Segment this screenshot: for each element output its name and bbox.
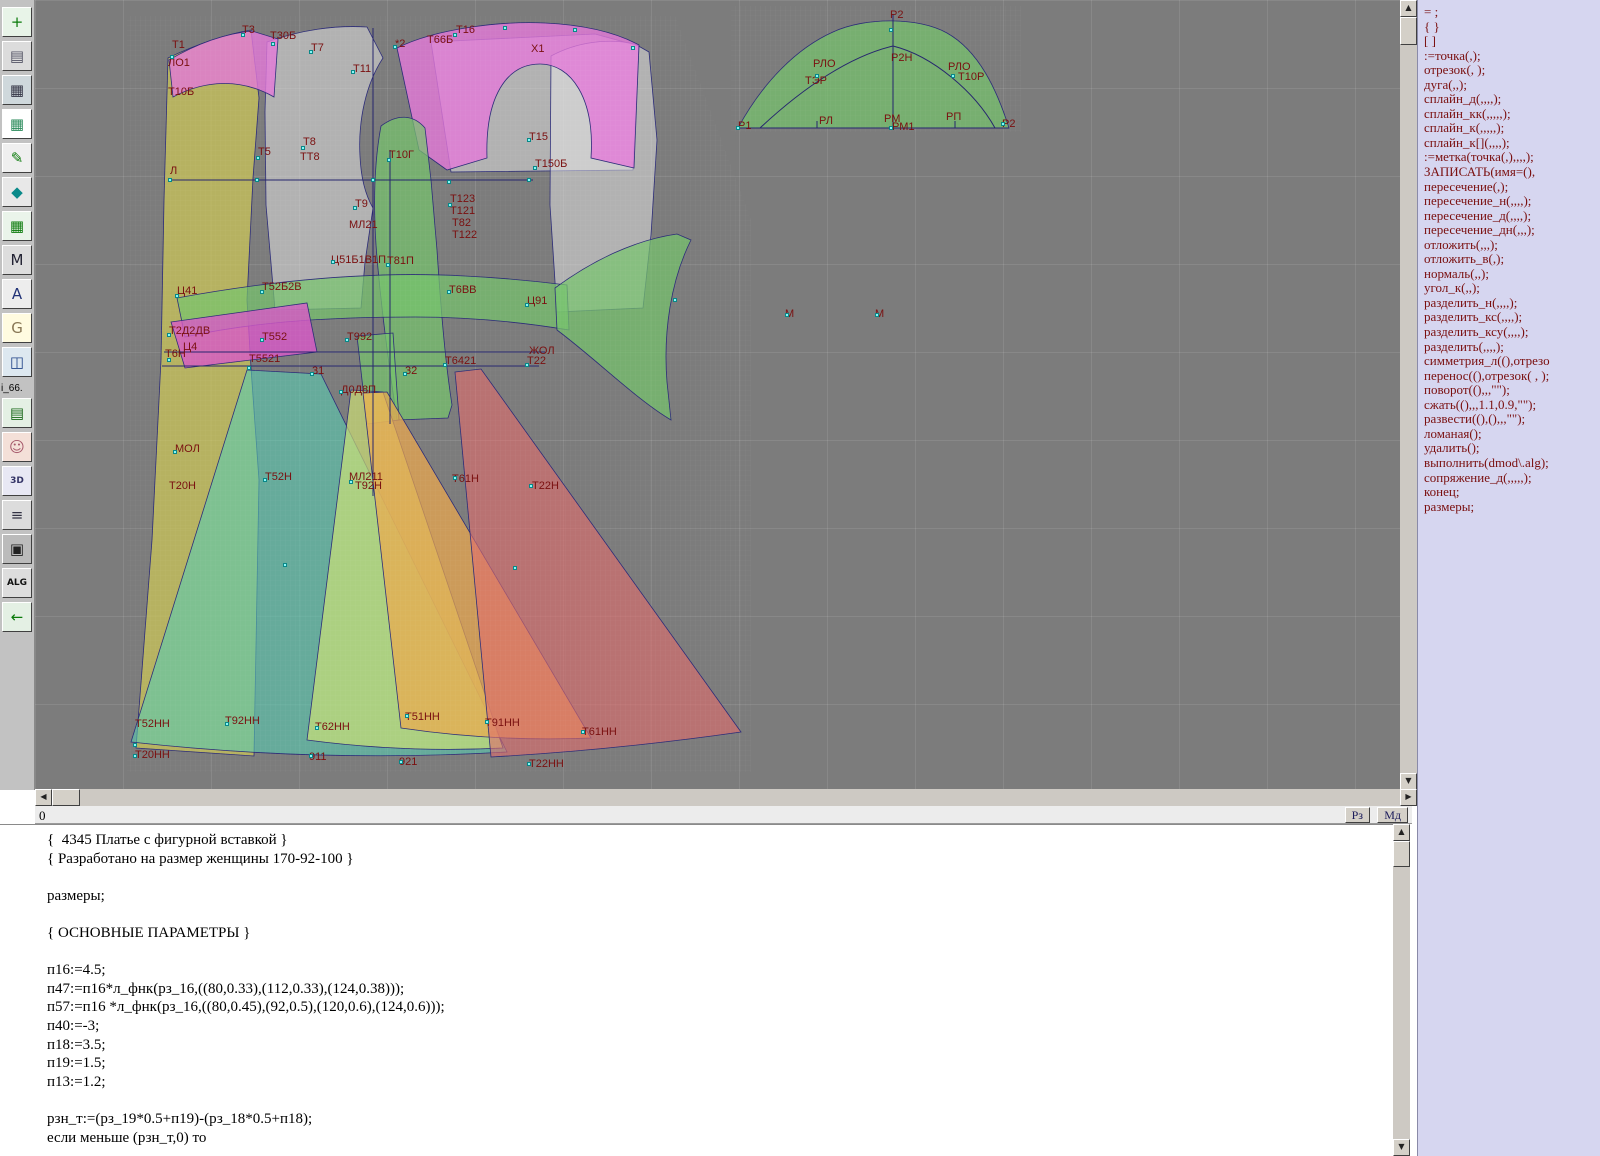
pattern-drawing xyxy=(35,0,1400,790)
scroll-left-button[interactable]: ◀ xyxy=(35,789,52,806)
save-icon[interactable]: ▤ xyxy=(2,41,32,71)
command-item[interactable]: перенос((),отрезок( , ); xyxy=(1424,369,1600,384)
command-item[interactable]: = ; xyxy=(1424,5,1600,20)
command-item[interactable]: нормаль(,,); xyxy=(1424,267,1600,282)
code-line: размеры; xyxy=(47,887,445,906)
command-item[interactable]: [ ] xyxy=(1424,34,1600,49)
command-item[interactable]: удалить(); xyxy=(1424,441,1600,456)
compass-a-icon[interactable]: A xyxy=(2,279,32,309)
code-line: п18:=3.5; xyxy=(47,1036,445,1055)
command-item[interactable]: сжать((),,,1.1,0.9,""); xyxy=(1424,398,1600,413)
command-item[interactable]: дуга(,,); xyxy=(1424,78,1600,93)
md-button[interactable]: Мд xyxy=(1377,807,1408,823)
calculator-icon[interactable]: ▦ xyxy=(2,211,32,241)
scroll-up-button[interactable]: ▲ xyxy=(1400,0,1417,17)
3d-icon[interactable]: 3D xyxy=(2,466,32,496)
origin-label: 0 xyxy=(39,808,46,824)
scroll-right-button[interactable]: ▶ xyxy=(1400,789,1417,806)
command-item[interactable]: отрезок(, ); xyxy=(1424,63,1600,78)
code-line: если меньше (рзн_т,0) то xyxy=(47,1129,445,1148)
canvas-horizontal-scrollbar[interactable]: ◀ ▶ xyxy=(35,789,1417,806)
command-item[interactable]: выполнить(dmod\.alg); xyxy=(1424,456,1600,471)
code-line: { ОСНОВНЫЕ ПАРАМЕТРЫ } xyxy=(47,924,445,943)
command-item[interactable]: { } xyxy=(1424,20,1600,35)
command-item[interactable]: сплайн_д(,,,,); xyxy=(1424,92,1600,107)
code-line: п19:=1.5; xyxy=(47,1054,445,1073)
cad-application-window: { "toolbar": { "items": [ {"name":"zoom-… xyxy=(0,0,1600,1156)
eraser-icon[interactable]: ◆ xyxy=(2,177,32,207)
pencil-icon[interactable]: ✎ xyxy=(2,143,32,173)
layers-icon[interactable]: ≡ xyxy=(2,500,32,530)
i66-label: i_66. xyxy=(1,383,35,394)
command-item[interactable]: отложить_в(,); xyxy=(1424,252,1600,267)
canvas-vertical-scrollbar[interactable]: ▲ ▼ xyxy=(1400,0,1417,790)
m-letter-icon[interactable]: M xyxy=(2,245,32,275)
code-vertical-scrollbar[interactable]: ▲ ▼ xyxy=(1393,824,1410,1156)
code-scroll-up-button[interactable]: ▲ xyxy=(1393,824,1410,841)
code-line: п13:=1.2; xyxy=(47,1073,445,1092)
g-letter-icon[interactable]: G xyxy=(2,313,32,343)
command-item[interactable]: пересечение_дн(,,,); xyxy=(1424,223,1600,238)
drawing-canvas[interactable]: Т1ЛО1Т3Т30БТ7Т11Т10Б*2Т16Т66БХ1Т15Т150БТ… xyxy=(35,0,1400,790)
command-item[interactable]: отложить(,,,); xyxy=(1424,238,1600,253)
code-line: рзн_т:=(рз_19*0.5+п19)-(рз_18*0.5+п18); xyxy=(47,1110,445,1129)
portrait-icon[interactable]: ☺ xyxy=(2,432,32,462)
code-scroll-thumb[interactable] xyxy=(1393,841,1410,867)
command-item[interactable]: сплайн_кк(,,,,,); xyxy=(1424,107,1600,122)
code-line: п47:=п16*л_фнк(рз_16,((80,0.33),(112,0.3… xyxy=(47,980,445,999)
command-item[interactable]: сплайн_к[](,,,,); xyxy=(1424,136,1600,151)
code-line xyxy=(47,905,445,924)
code-scroll-down-button[interactable]: ▼ xyxy=(1393,1139,1410,1156)
code-line: п16:=4.5; xyxy=(47,961,445,980)
command-item[interactable]: размеры; xyxy=(1424,500,1600,515)
command-item[interactable]: конец; xyxy=(1424,485,1600,500)
command-item[interactable]: пересечение(,); xyxy=(1424,180,1600,195)
command-item[interactable]: разделить_н(,,,,); xyxy=(1424,296,1600,311)
fabric-mesh-texture xyxy=(35,0,1400,790)
alg-icon[interactable]: ALG xyxy=(2,568,32,598)
command-item[interactable]: поворот((),,,""); xyxy=(1424,383,1600,398)
code-line xyxy=(47,868,445,887)
sheet-icon[interactable]: ▤ xyxy=(2,398,32,428)
status-row: 0 Рз Мд xyxy=(35,806,1412,824)
back-arrow-icon[interactable]: ← xyxy=(2,602,32,632)
horizontal-scroll-thumb[interactable] xyxy=(52,789,80,806)
command-item[interactable]: разделить(,,,,); xyxy=(1424,340,1600,355)
command-item[interactable]: развести((),(),,,""); xyxy=(1424,412,1600,427)
code-lines: { 4345 Платье с фигурной вставкой }{ Раз… xyxy=(47,831,445,1147)
command-item[interactable]: ломаная(); xyxy=(1424,427,1600,442)
command-item[interactable]: пересечение_н(,,,,); xyxy=(1424,194,1600,209)
code-line: { 4345 Платье с фигурной вставкой } xyxy=(47,831,445,850)
code-line: { Разработано на размер женщины 170-92-1… xyxy=(47,850,445,869)
code-line xyxy=(47,1091,445,1110)
command-item[interactable]: симметрия_л((),отрезо xyxy=(1424,354,1600,369)
grid-icon[interactable]: ▦ xyxy=(2,109,32,139)
command-item[interactable]: разделить_кс(,,,,); xyxy=(1424,310,1600,325)
keyboard-icon[interactable]: ▦ xyxy=(2,75,32,105)
rz-button[interactable]: Рз xyxy=(1345,807,1370,823)
command-item[interactable]: сопряжение_д(,,,,,); xyxy=(1424,471,1600,486)
print-icon[interactable]: ▣ xyxy=(2,534,32,564)
command-item[interactable]: :=метка(точка(,),,,,); xyxy=(1424,150,1600,165)
command-item[interactable]: разделить_ксу(,,,,); xyxy=(1424,325,1600,340)
zoom-plus-icon[interactable]: + xyxy=(2,7,32,37)
command-item[interactable]: угол_к(,,); xyxy=(1424,281,1600,296)
command-item[interactable]: :=точка(,); xyxy=(1424,49,1600,64)
drafting-icon[interactable]: ◫ xyxy=(2,347,32,377)
scroll-down-button[interactable]: ▼ xyxy=(1400,773,1417,790)
tool-palette: + ▤ ▦ ▦ ✎ ◆ ▦ MAG ◫ i_66. ▤ ☺ 3D ≡ ▣ ALG ← xyxy=(0,0,35,790)
command-panel: = ;{ }[ ]:=точка(,);отрезок(, );дуга(,,)… xyxy=(1417,0,1600,1156)
command-item[interactable]: пересечение_д(,,,,); xyxy=(1424,209,1600,224)
code-line xyxy=(47,943,445,962)
code-line: п40:=-3; xyxy=(47,1017,445,1036)
code-editor[interactable]: { 4345 Платье с фигурной вставкой }{ Раз… xyxy=(0,824,1393,1156)
vertical-scroll-thumb[interactable] xyxy=(1400,17,1417,45)
command-item[interactable]: ЗАПИСАТЬ(имя=(), xyxy=(1424,165,1600,180)
command-item[interactable]: сплайн_к(,,,,,); xyxy=(1424,121,1600,136)
code-line: п57:=п16 *л_фнк(рз_16,((80,0.45),(92,0.5… xyxy=(47,998,445,1017)
